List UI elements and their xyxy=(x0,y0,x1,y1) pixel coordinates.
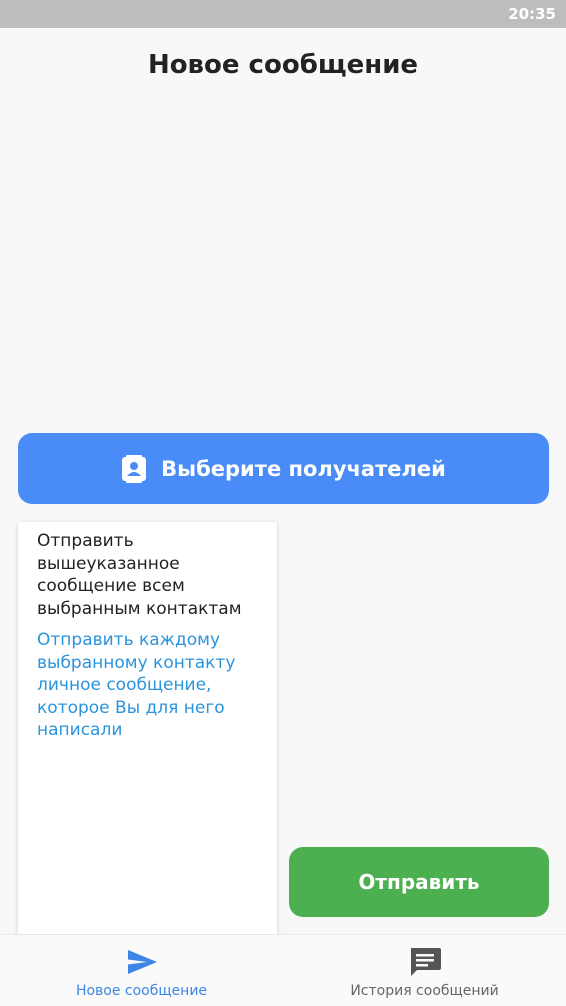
tab-new-message-label: Новое сообщение xyxy=(75,983,208,999)
choose-recipients-label: Выберите получателей xyxy=(161,456,446,481)
send-button[interactable]: Отправить xyxy=(289,847,549,917)
send-button-label: Отправить xyxy=(358,870,480,894)
status-bar: 20:35 xyxy=(0,0,566,28)
tab-new-message[interactable]: Новое сообщение xyxy=(0,935,283,1006)
choose-recipients-button[interactable]: Выберите получателей xyxy=(18,433,549,504)
menu-item-send-personal[interactable]: Отправить каждому выбранному контакту ли… xyxy=(37,629,265,742)
bottom-navigation: Новое сообщение История сообщений xyxy=(0,934,566,1006)
menu-item-send-to-all[interactable]: Отправить вышеуказанное сообщение всем в… xyxy=(37,530,265,620)
chat-icon xyxy=(410,948,441,976)
tab-message-history-label: История сообщений xyxy=(350,983,499,999)
send-icon xyxy=(127,950,157,974)
contact-icon xyxy=(121,454,147,483)
page-title: Новое сообщение xyxy=(147,50,419,80)
send-mode-menu: Отправить вышеуказанное сообщение всем в… xyxy=(18,522,277,936)
status-time: 20:35 xyxy=(508,5,556,23)
tab-message-history[interactable]: История сообщений xyxy=(283,935,566,1006)
